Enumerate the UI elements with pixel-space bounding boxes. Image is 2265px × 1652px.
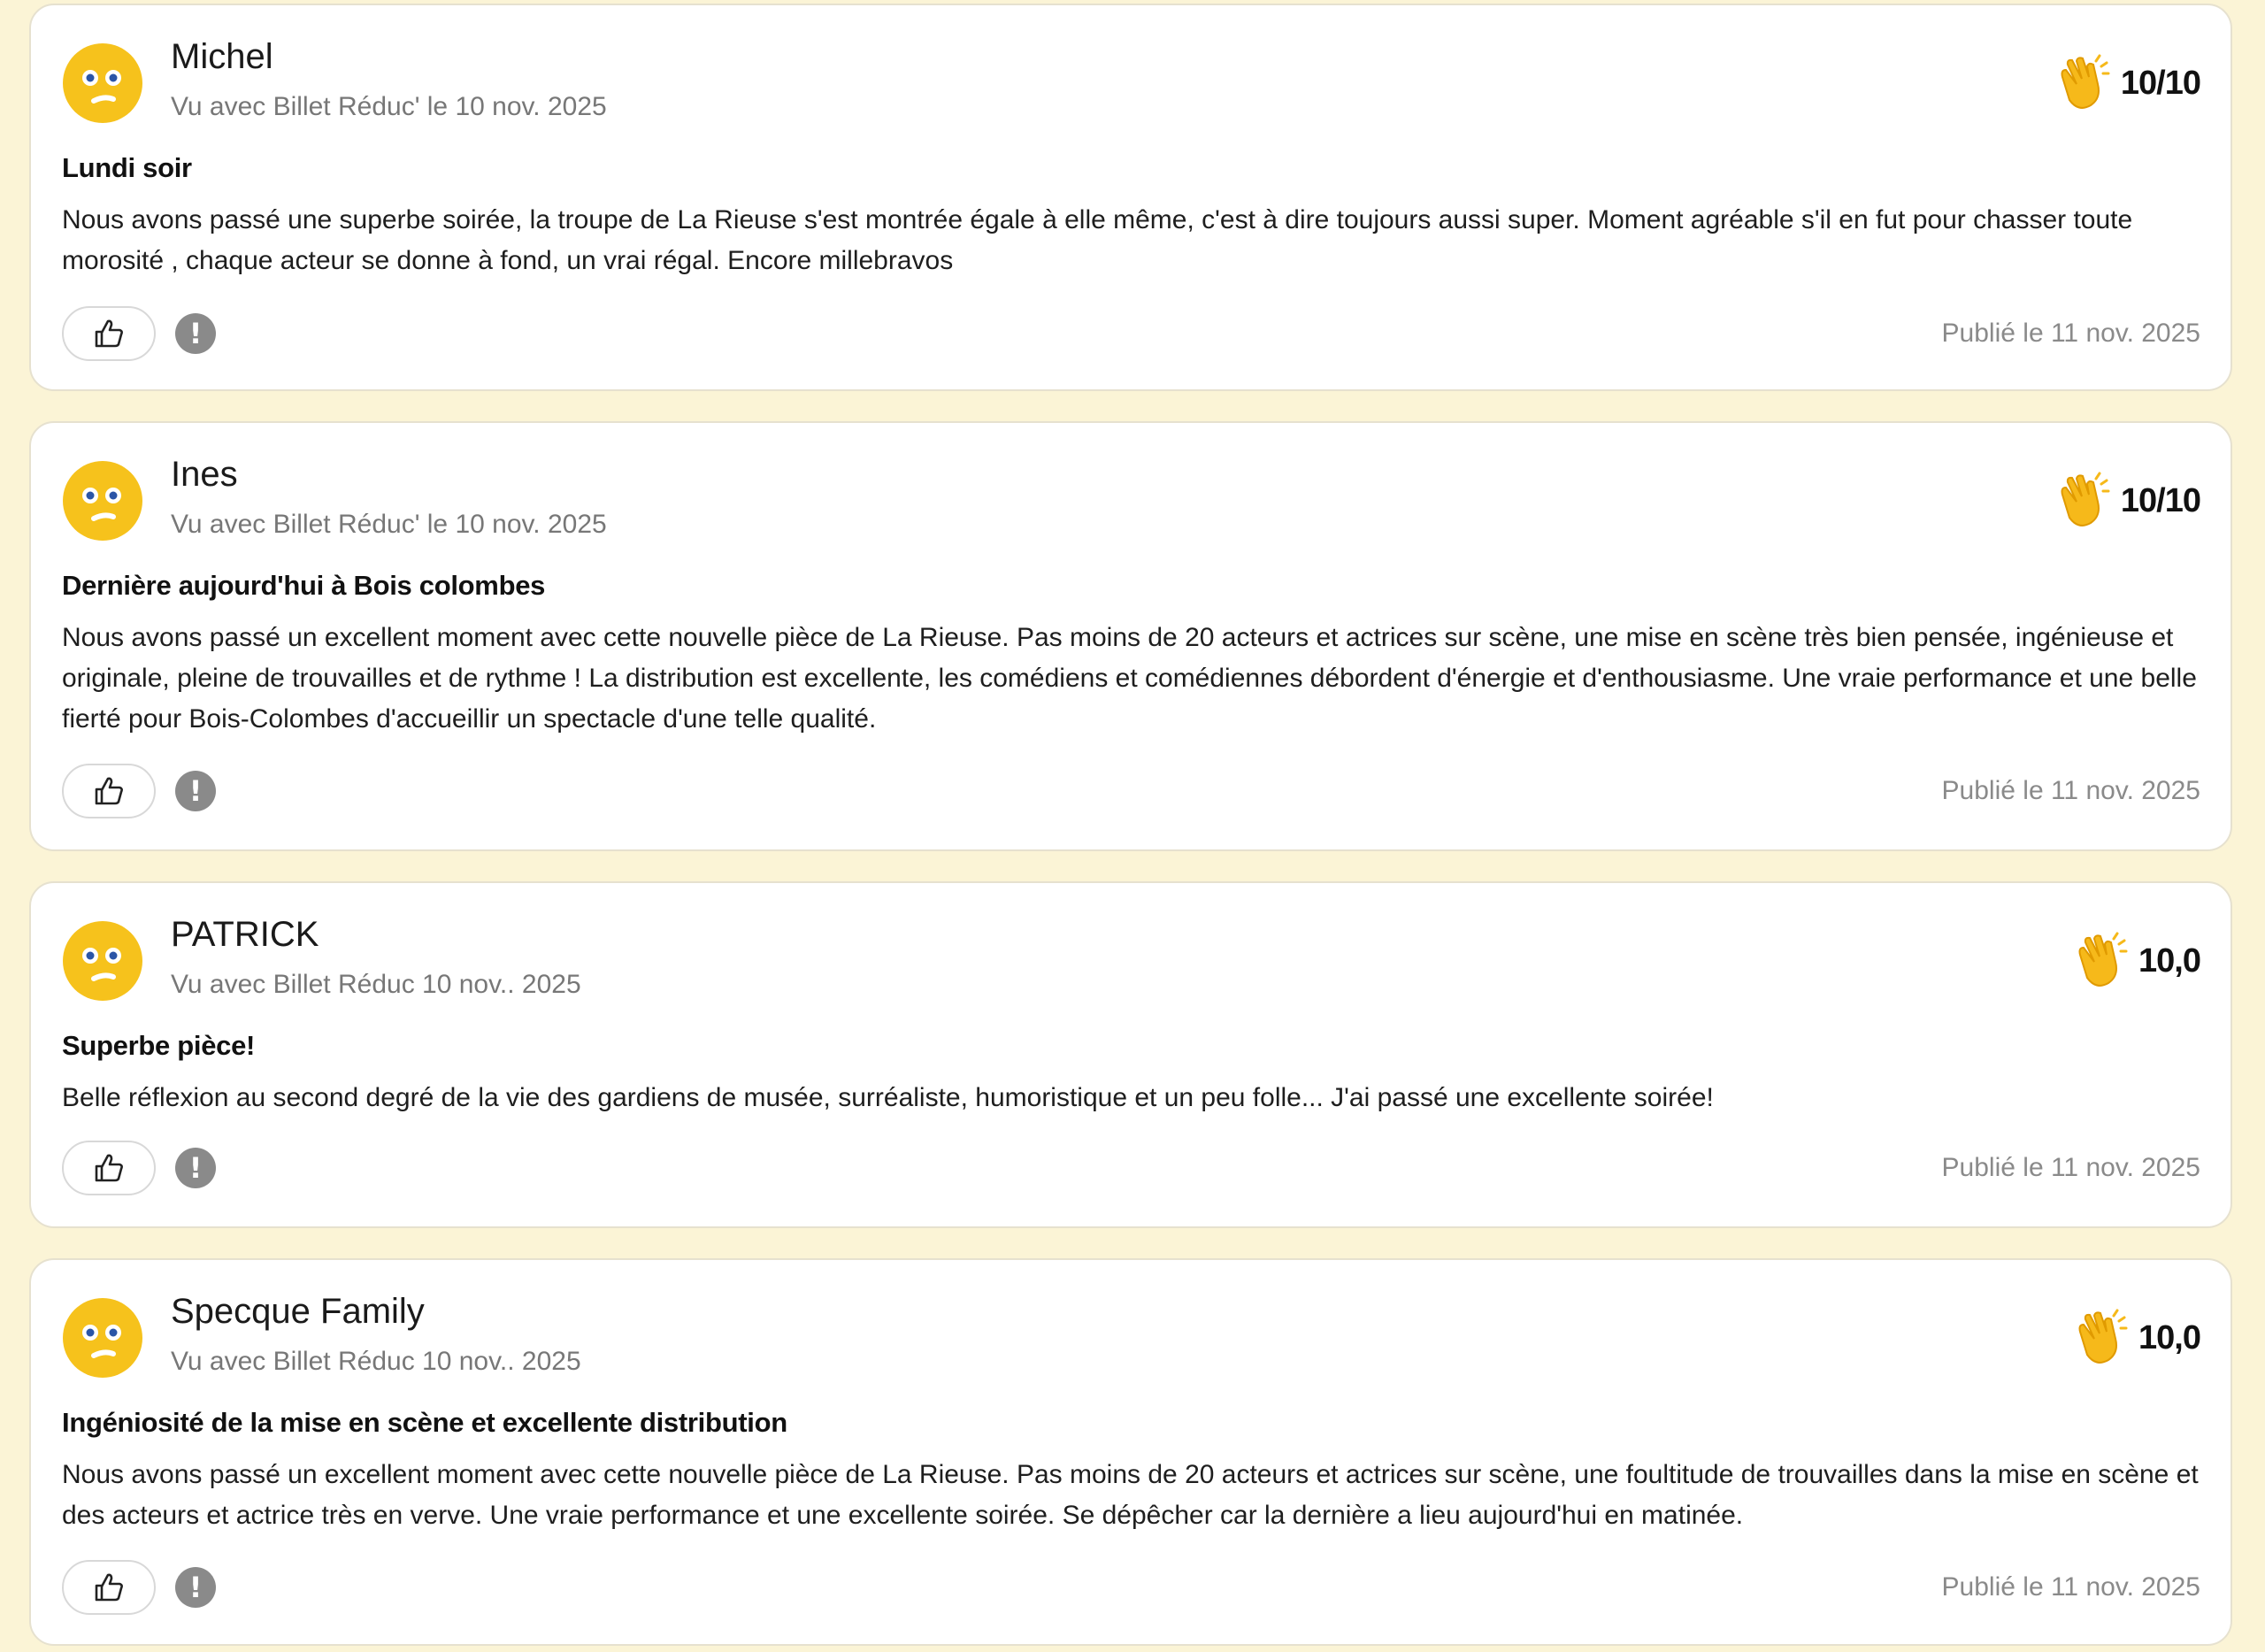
review-card: Specque Family Vu avec Billet Réduc 10 n… [29, 1258, 2232, 1646]
review-title: Dernière aujourd'hui à Bois colombes [62, 570, 546, 601]
reviewer-name: PATRICK [171, 915, 319, 954]
like-button[interactable] [62, 306, 156, 361]
seen-with-info: Vu avec Billet Réduc' le 10 nov. 2025 [171, 92, 607, 121]
score: 10,0 [2138, 1318, 2201, 1356]
review-text: Nous avons passé un excellent moment ave… [62, 623, 2197, 734]
review-title: Lundi soir [62, 152, 192, 183]
like-button[interactable] [62, 1560, 156, 1615]
avatar [62, 460, 143, 542]
clapping-hands-icon [2069, 1309, 2128, 1367]
avatar [62, 920, 143, 1002]
score: 10/10 [2120, 64, 2201, 102]
thumbs-up-icon [95, 1154, 123, 1182]
reviews-list: Michel Vu avec Billet Réduc' le 10 nov. … [0, 0, 2265, 1652]
report-button[interactable]: ! [175, 771, 216, 811]
seen-with-info: Vu avec Billet Réduc' le 10 nov. 2025 [171, 510, 607, 539]
review-card: Ines Vu avec Billet Réduc' le 10 nov. 20… [29, 421, 2232, 851]
review-card: PATRICK Vu avec Billet Réduc 10 nov.. 20… [29, 881, 2232, 1228]
score: 10/10 [2120, 481, 2201, 519]
emoji-face-icon [63, 43, 142, 123]
clapping-hands-icon [2052, 54, 2110, 112]
score: 10,0 [2138, 941, 2201, 980]
published-date: Publié le 11 nov. 2025 [1941, 1572, 2200, 1602]
review-title: Superbe pièce! [62, 1030, 256, 1061]
emoji-face-icon [63, 1298, 142, 1378]
review-card: Michel Vu avec Billet Réduc' le 10 nov. … [29, 4, 2232, 391]
seen-with-info: Vu avec Billet Réduc 10 nov.. 2025 [171, 1347, 581, 1376]
clapping-hands-icon [2052, 472, 2110, 530]
review-text: Belle réflexion au second degré de la vi… [62, 1083, 1714, 1112]
like-button[interactable] [62, 764, 156, 818]
emoji-face-icon [63, 921, 142, 1001]
report-button[interactable]: ! [175, 1148, 216, 1188]
like-button[interactable] [62, 1141, 156, 1195]
exclamation-icon: ! [188, 1151, 203, 1185]
published-date: Publié le 11 nov. 2025 [1941, 1153, 2200, 1182]
published-date: Publié le 11 nov. 2025 [1941, 776, 2200, 805]
thumbs-up-icon [95, 319, 123, 348]
seen-with-info: Vu avec Billet Réduc 10 nov.. 2025 [171, 970, 581, 999]
report-button[interactable]: ! [175, 1567, 216, 1608]
exclamation-icon: ! [188, 774, 203, 808]
rating: 10,0 [2069, 932, 2201, 990]
avatar [62, 1297, 143, 1379]
thumbs-up-icon [95, 777, 123, 805]
thumbs-up-icon [95, 1573, 123, 1602]
rating: 10/10 [2052, 54, 2201, 112]
review-text: Nous avons passé une superbe soirée, la … [62, 205, 2133, 275]
reviewer-name: Michel [171, 37, 273, 76]
reviewer-name: Specque Family [171, 1292, 425, 1331]
reviewer-name: Ines [171, 455, 238, 494]
emoji-face-icon [63, 461, 142, 541]
rating: 10,0 [2069, 1309, 2201, 1367]
avatar [62, 42, 143, 124]
published-date: Publié le 11 nov. 2025 [1941, 319, 2200, 348]
clapping-hands-icon [2069, 932, 2128, 990]
exclamation-icon: ! [188, 1571, 203, 1604]
report-button[interactable]: ! [175, 313, 216, 354]
review-title: Ingéniosité de la mise en scène et excel… [62, 1407, 787, 1438]
review-text: Nous avons passé un excellent moment ave… [62, 1460, 2199, 1530]
rating: 10/10 [2052, 472, 2201, 530]
exclamation-icon: ! [188, 317, 203, 350]
